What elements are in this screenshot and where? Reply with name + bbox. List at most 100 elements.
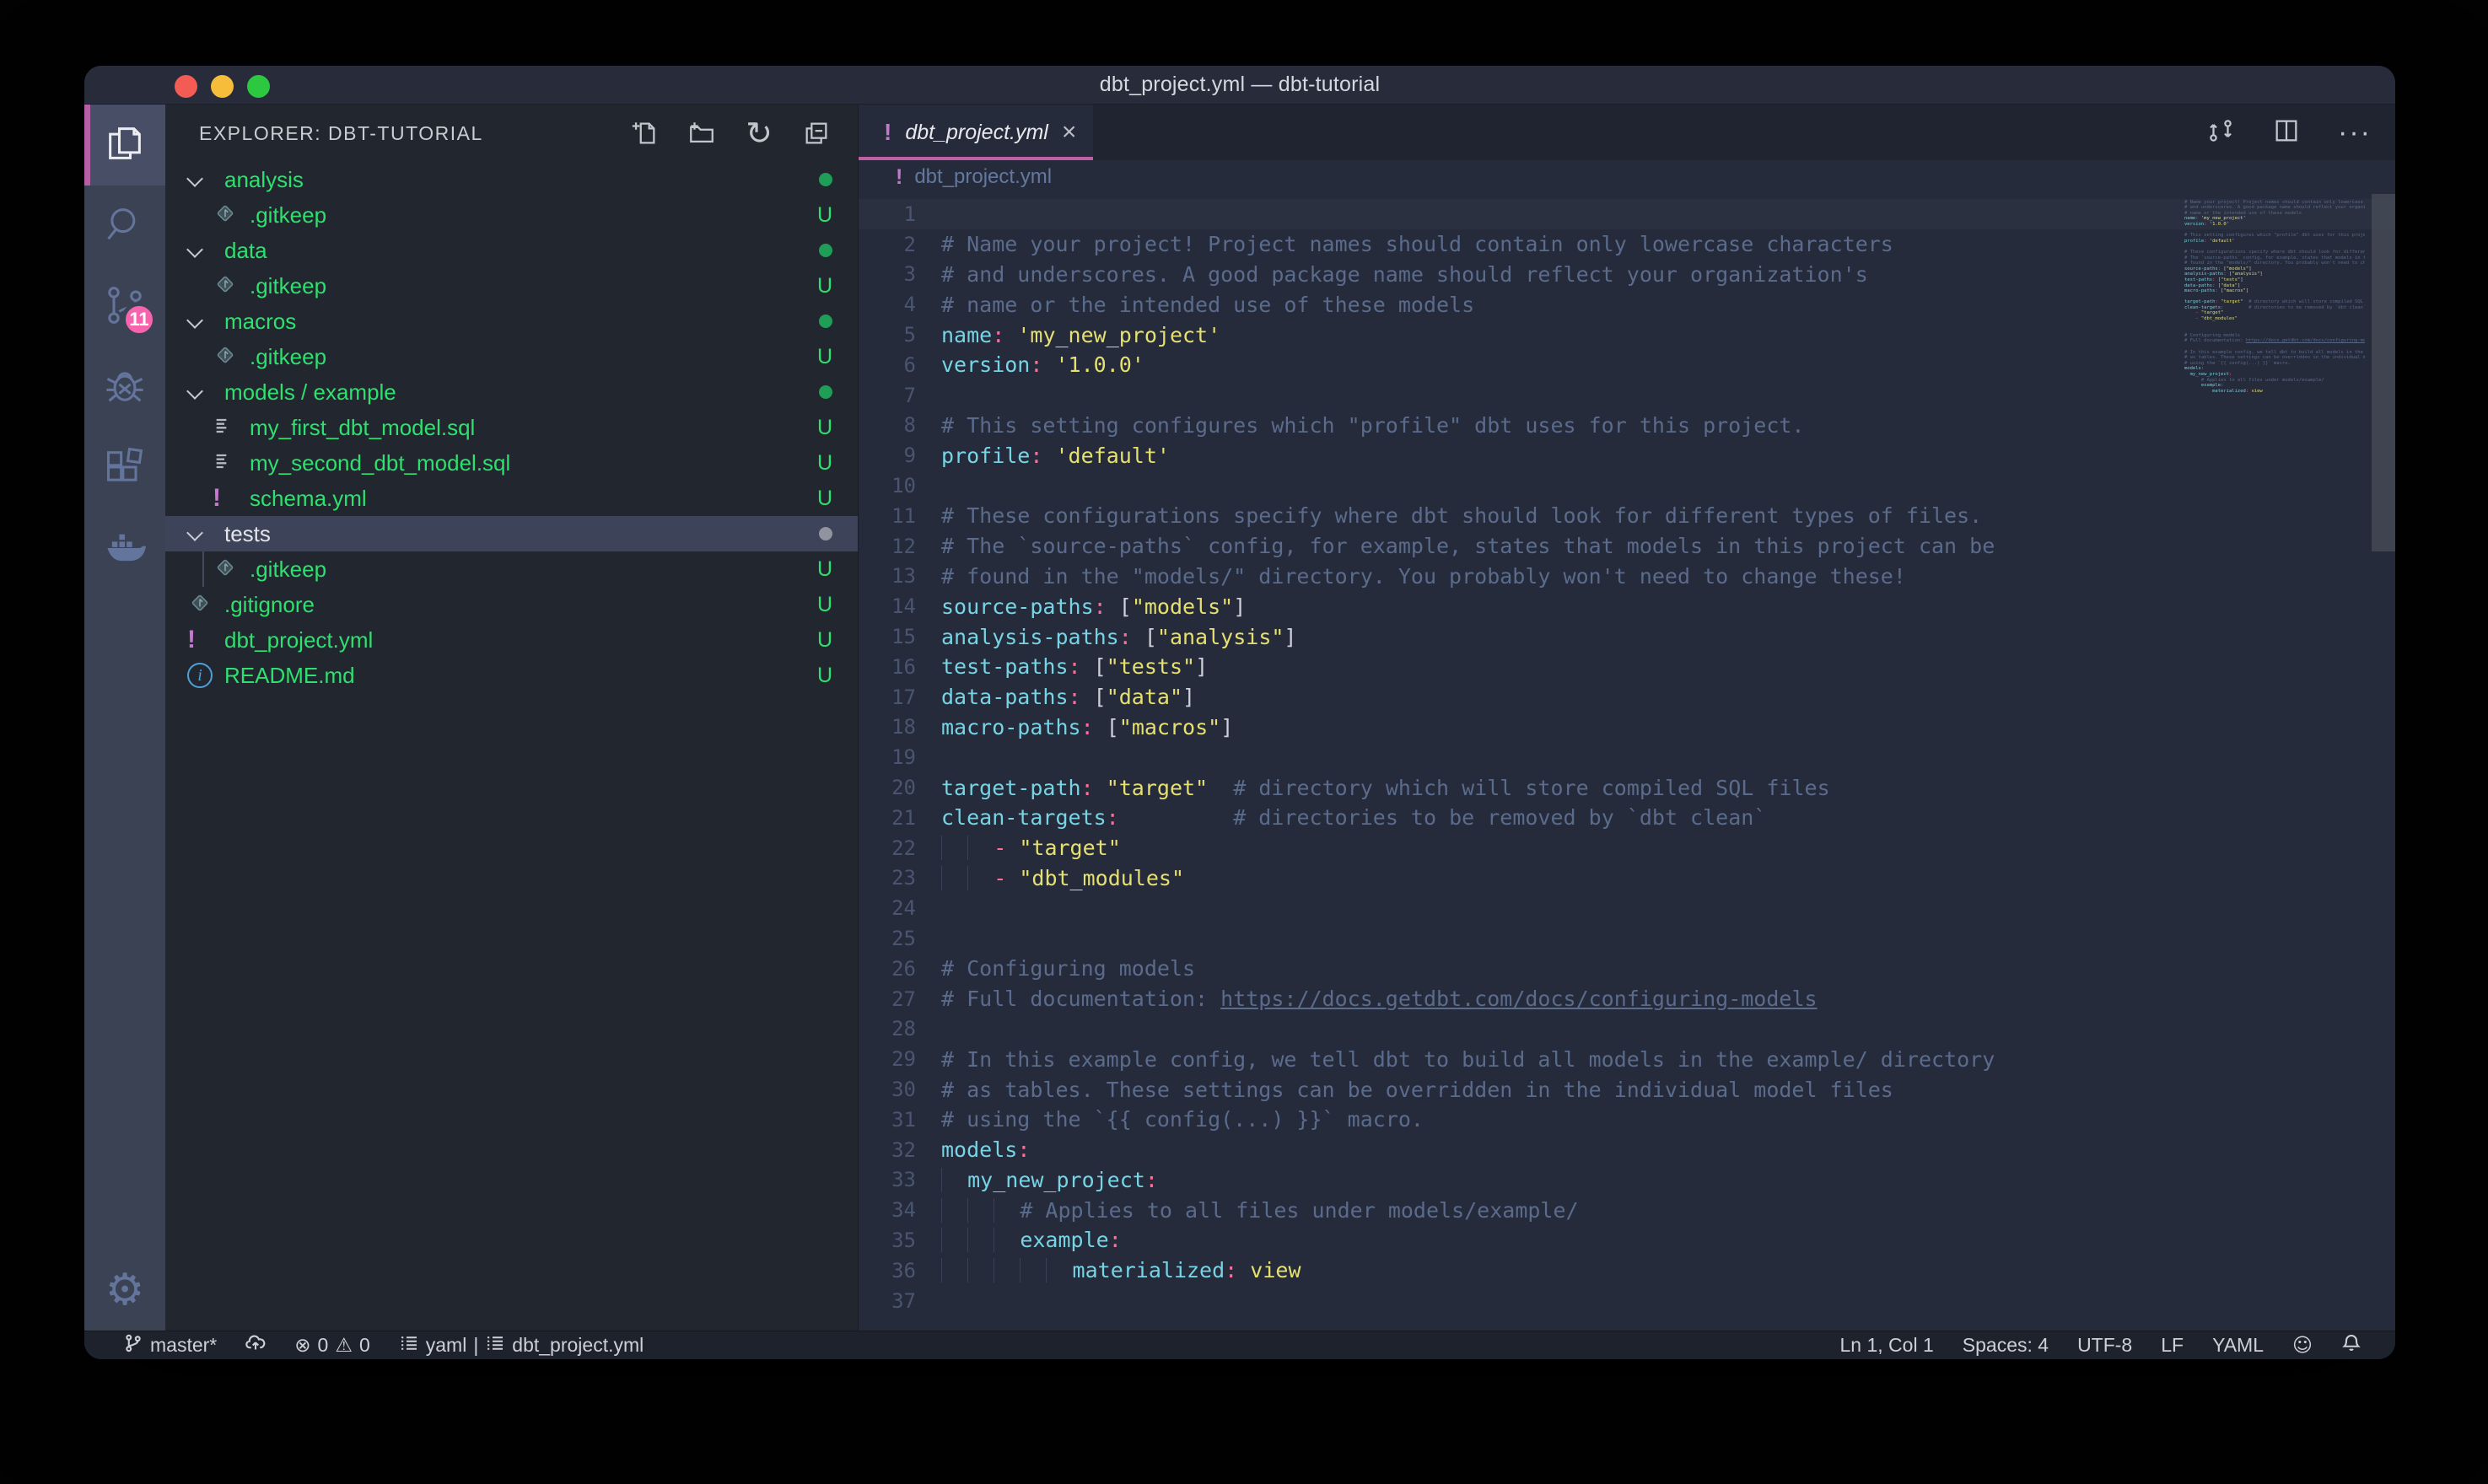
- tree-item-analysis[interactable]: analysis: [165, 162, 858, 197]
- code-line[interactable]: 33 my_new_project:: [859, 1165, 2395, 1196]
- code-line[interactable]: 18macro-paths: ["macros"]: [859, 712, 2395, 743]
- warning-excl-icon: !: [884, 119, 891, 146]
- code-line[interactable]: 7: [859, 380, 2395, 411]
- activity-docker[interactable]: [84, 509, 165, 590]
- tab-dbt-project-yml[interactable]: ! dbt_project.yml ×: [859, 105, 1093, 160]
- split-editor-icon[interactable]: [2272, 116, 2301, 149]
- language-mode[interactable]: YAML: [2204, 1334, 2272, 1357]
- refresh-icon: ↻: [746, 115, 773, 152]
- activity-source-control[interactable]: 11: [84, 266, 165, 347]
- code-line[interactable]: 30# as tables. These settings can be ove…: [859, 1074, 2395, 1105]
- minimap-line: # This setting configures which "profile…: [2181, 233, 2365, 239]
- code-line[interactable]: 1: [859, 199, 2395, 229]
- minimize-window-button[interactable]: [211, 75, 234, 98]
- code-lines[interactable]: 12# Name your project! Project names sho…: [859, 199, 2395, 1315]
- code-line[interactable]: 25: [859, 923, 2395, 954]
- cursor-position[interactable]: Ln 1, Col 1: [1832, 1334, 1942, 1357]
- more-actions-icon[interactable]: ···: [2338, 116, 2372, 149]
- code-line[interactable]: 17data-paths: ["data"]: [859, 682, 2395, 712]
- breadcrumb[interactable]: ! dbt_project.yml: [859, 160, 2395, 194]
- line-number: 16: [859, 655, 916, 679]
- notifications-status[interactable]: [2333, 1333, 2370, 1358]
- code-line[interactable]: 13# found in the "models/" directory. Yo…: [859, 562, 2395, 592]
- window-controls: [175, 75, 270, 98]
- tree-item--gitkeep[interactable]: .gitkeepU: [165, 197, 858, 233]
- tree-item--gitkeep[interactable]: .gitkeepU: [165, 551, 858, 587]
- new-file-button[interactable]: [627, 116, 662, 151]
- code-line[interactable]: 22 - "target": [859, 833, 2395, 863]
- code-line[interactable]: 23 - "dbt_modules": [859, 863, 2395, 894]
- code-line[interactable]: 4# name or the intended use of these mod…: [859, 289, 2395, 320]
- code-line[interactable]: 37: [859, 1286, 2395, 1316]
- breadcrumb-file[interactable]: dbt_project.yml: [914, 165, 1052, 189]
- code-line[interactable]: 5name: 'my_new_project': [859, 320, 2395, 350]
- tree-item--gitkeep[interactable]: .gitkeepU: [165, 339, 858, 374]
- collapse-all-button[interactable]: [799, 116, 834, 151]
- code-line[interactable]: 31# using the `{{ config(...) }}` macro.: [859, 1105, 2395, 1135]
- code-line[interactable]: 15analysis-paths: ["analysis"]: [859, 621, 2395, 652]
- feedback-status[interactable]: ☺: [2284, 1335, 2321, 1357]
- code-line[interactable]: 28: [859, 1014, 2395, 1045]
- code-line[interactable]: 29# In this example config, we tell dbt …: [859, 1044, 2395, 1074]
- code-line[interactable]: 2# Name your project! Project names shou…: [859, 229, 2395, 260]
- minimap-line: # In this example config, we tell dbt to…: [2181, 350, 2365, 356]
- minimap-line: data-paths: ["data"]: [2181, 283, 2365, 289]
- code-line[interactable]: 24: [859, 893, 2395, 923]
- open-changes-icon[interactable]: [2206, 116, 2235, 149]
- close-tab-icon[interactable]: ×: [1062, 120, 1077, 145]
- tree-item--gitkeep[interactable]: .gitkeepU: [165, 268, 858, 304]
- minimap[interactable]: # Name your project! Project names shoul…: [2181, 194, 2365, 400]
- tree-item-data[interactable]: data: [165, 233, 858, 268]
- tree-item-my-second-dbt-model-sql[interactable]: my_second_dbt_model.sqlU: [165, 445, 858, 481]
- zoom-window-button[interactable]: [247, 75, 270, 98]
- code-line[interactable]: 9profile: 'default': [859, 440, 2395, 470]
- tree-item-dbt-project-yml[interactable]: !dbt_project.ymlU: [165, 622, 858, 658]
- sync-status[interactable]: [237, 1333, 274, 1358]
- code-editor[interactable]: 12# Name your project! Project names sho…: [859, 194, 2395, 1331]
- indentation-status[interactable]: Spaces: 4: [1954, 1334, 2057, 1357]
- code-line[interactable]: 27# Full documentation: https://docs.get…: [859, 984, 2395, 1014]
- eol-status[interactable]: LF: [2152, 1334, 2192, 1357]
- line-number: 37: [859, 1289, 916, 1313]
- activity-settings[interactable]: ⚙: [84, 1250, 165, 1331]
- tree-item-tests[interactable]: tests: [165, 516, 858, 551]
- code-line[interactable]: 6version: '1.0.0': [859, 350, 2395, 380]
- error-count: 0: [318, 1334, 329, 1357]
- code-line[interactable]: 34 # Applies to all files under models/e…: [859, 1195, 2395, 1225]
- git-branch-status[interactable]: master*: [115, 1333, 225, 1358]
- activity-debug[interactable]: [84, 347, 165, 428]
- new-folder-button[interactable]: [684, 116, 719, 151]
- tree-item-schema-yml[interactable]: !schema.ymlU: [165, 481, 858, 516]
- refresh-button[interactable]: ↻: [741, 116, 777, 151]
- editor-scrollbar[interactable]: [2372, 194, 2395, 551]
- code-line[interactable]: 35 example:: [859, 1225, 2395, 1255]
- code-line[interactable]: 3# and underscores. A good package name …: [859, 260, 2395, 290]
- code-line[interactable]: 10: [859, 470, 2395, 501]
- code-line[interactable]: 16test-paths: ["tests"]: [859, 652, 2395, 682]
- tree-item-models-example[interactable]: models / example: [165, 374, 858, 410]
- close-window-button[interactable]: [175, 75, 197, 98]
- cloud-upload-icon: [245, 1333, 266, 1358]
- problems-status[interactable]: ⊗ 0 ⚠ 0: [286, 1334, 379, 1357]
- encoding-status[interactable]: UTF-8: [2069, 1334, 2141, 1357]
- yaml-schema-status[interactable]: yaml | dbt_project.yml: [390, 1333, 653, 1358]
- activity-explorer[interactable]: [84, 105, 165, 186]
- activity-search[interactable]: [84, 186, 165, 266]
- code-line[interactable]: 19: [859, 742, 2395, 772]
- activity-extensions[interactable]: [84, 428, 165, 509]
- code-line[interactable]: 26# Configuring models: [859, 954, 2395, 984]
- code-line[interactable]: 36 materialized: view: [859, 1255, 2395, 1286]
- line-number: 28: [859, 1017, 916, 1040]
- code-line[interactable]: 32models:: [859, 1135, 2395, 1165]
- tree-item-readme-md[interactable]: iREADME.mdU: [165, 658, 858, 693]
- code-line[interactable]: 21clean-targets: # directories to be rem…: [859, 803, 2395, 833]
- tree-item-macros[interactable]: macros: [165, 304, 858, 339]
- code-line[interactable]: 20target-path: "target" # directory whic…: [859, 772, 2395, 803]
- tree-item--gitignore[interactable]: .gitignoreU: [165, 587, 858, 622]
- code-line[interactable]: 8# This setting configures which "profil…: [859, 411, 2395, 441]
- code-line[interactable]: 11# These configurations specify where d…: [859, 501, 2395, 531]
- code-line[interactable]: 12# The `source-paths` config, for examp…: [859, 531, 2395, 562]
- tree-item-my-first-dbt-model-sql[interactable]: my_first_dbt_model.sqlU: [165, 410, 858, 445]
- code-line[interactable]: 14source-paths: ["models"]: [859, 591, 2395, 621]
- untracked-badge: U: [817, 274, 832, 298]
